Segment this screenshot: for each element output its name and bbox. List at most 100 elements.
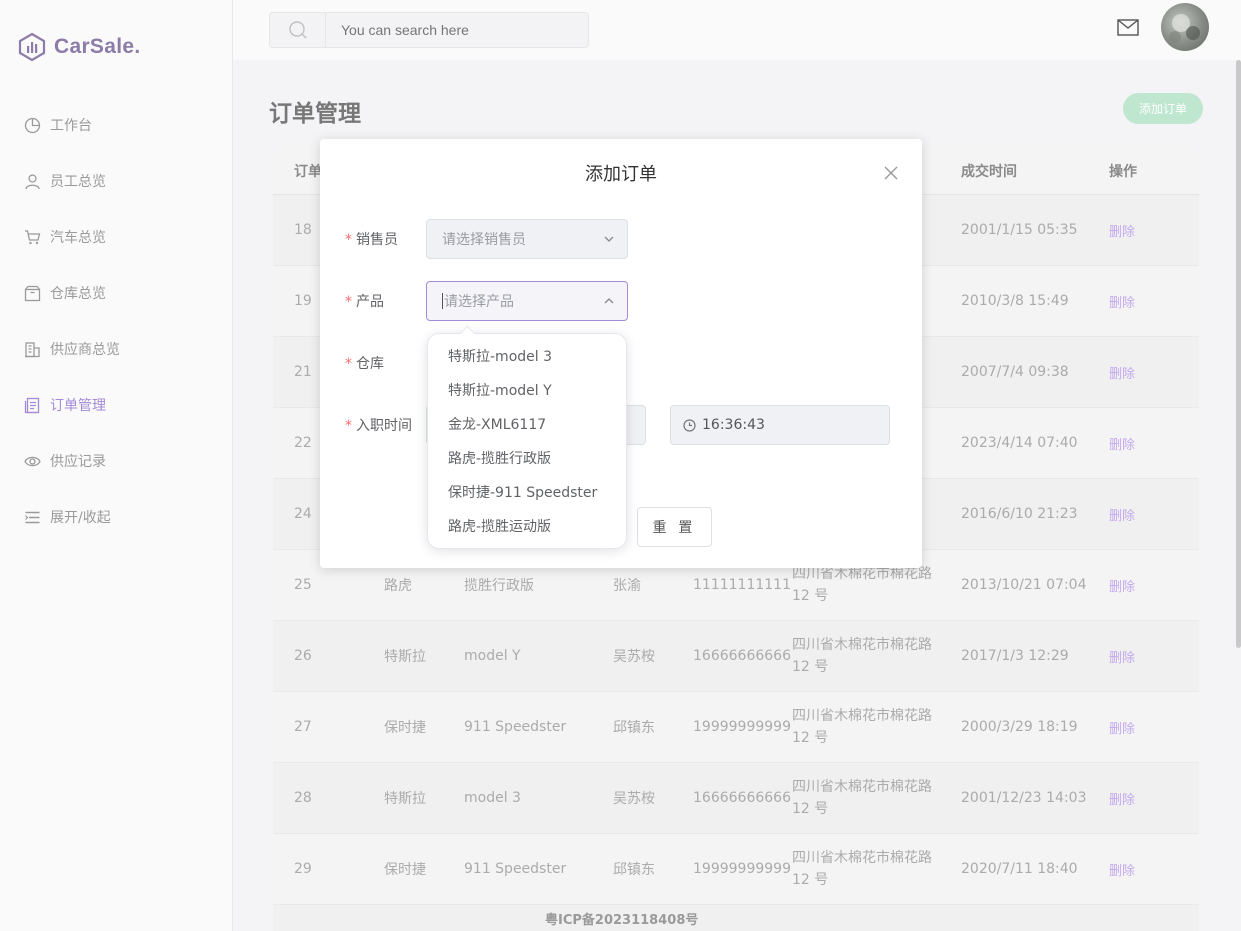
table-cell-model: model 3 bbox=[464, 790, 521, 806]
product-label: * 产品 bbox=[345, 291, 384, 311]
table-cell-address: 四川省木棉花市棉花路 12 号 bbox=[792, 708, 932, 746]
product-option[interactable]: 金龙-XML6117 bbox=[428, 408, 626, 442]
salesperson-label-text: 销售员 bbox=[356, 232, 398, 248]
table-cell-phone: 19999999999 bbox=[693, 719, 791, 735]
salesperson-select[interactable]: 请选择销售员 bbox=[426, 219, 628, 259]
table-cell-staff: 张渝 bbox=[613, 578, 641, 594]
product-select[interactable]: 请选择产品 bbox=[426, 281, 628, 321]
logo-icon bbox=[18, 32, 46, 62]
table-cell-brand: 特斯拉 bbox=[384, 791, 426, 807]
table-cell-time: 2023/4/14 07:40 bbox=[961, 435, 1078, 451]
table-cell-model: 揽胜行政版 bbox=[464, 578, 534, 594]
delete-link[interactable]: 删除 bbox=[1088, 860, 1188, 879]
product-option[interactable]: 特斯拉-model 3 bbox=[428, 340, 626, 374]
table-cell-staff: 邱镇东 bbox=[613, 862, 655, 878]
reset-button[interactable]: 重 置 bbox=[637, 507, 712, 547]
table-cell-phone: 19999999999 bbox=[693, 861, 791, 877]
product-placeholder: 请选择产品 bbox=[444, 294, 514, 310]
required-mark: * bbox=[345, 232, 352, 248]
time-label-text: 入职时间 bbox=[356, 418, 412, 434]
table-cell-id: 28 bbox=[294, 790, 312, 806]
sidebar-item-warehouse[interactable]: 仓库总览 bbox=[0, 265, 232, 321]
delete-link[interactable]: 删除 bbox=[1088, 647, 1188, 666]
table-cell-time: 2013/10/21 07:04 bbox=[961, 577, 1087, 593]
add-order-button[interactable]: 添加订单 bbox=[1123, 93, 1203, 124]
chevron-down-icon bbox=[604, 236, 614, 242]
table-cell-brand: 特斯拉 bbox=[384, 649, 426, 665]
clock-icon bbox=[683, 418, 696, 432]
sidebar-item-label: 订单管理 bbox=[50, 398, 106, 414]
table-cell-staff: 邱镇东 bbox=[613, 720, 655, 736]
table-row: 26 特斯拉 model Y 吴苏桉 16666666666 四川省木棉花市棉花路 12 … bbox=[273, 621, 1199, 692]
table-cell-id: 25 bbox=[294, 577, 312, 593]
delete-link[interactable]: 删除 bbox=[1088, 221, 1188, 240]
time-value: 16:36:43 bbox=[702, 417, 765, 433]
logo[interactable]: CarSale. bbox=[18, 32, 140, 62]
avatar[interactable] bbox=[1161, 3, 1209, 51]
time-label: * 入职时间 bbox=[345, 415, 412, 435]
table-cell-model: model Y bbox=[464, 648, 521, 664]
mail-icon[interactable] bbox=[1117, 19, 1139, 36]
product-option[interactable]: 特斯拉-model Y bbox=[428, 374, 626, 408]
salesperson-placeholder: 请选择销售员 bbox=[442, 232, 526, 248]
table-cell-model: 911 Speedster bbox=[464, 861, 567, 877]
warehouse-label: * 仓库 bbox=[345, 353, 384, 373]
table-cell-brand: 路虎 bbox=[384, 578, 412, 594]
table-cell-address: 四川省木棉花市棉花路 12 号 bbox=[792, 779, 932, 817]
delete-link[interactable]: 删除 bbox=[1088, 292, 1188, 311]
document-icon bbox=[24, 397, 40, 413]
table-cell-staff: 吴苏桉 bbox=[613, 791, 655, 807]
user-icon bbox=[25, 173, 40, 189]
delete-link[interactable]: 删除 bbox=[1088, 363, 1188, 382]
eye-icon bbox=[24, 456, 41, 466]
product-option[interactable]: 保时捷-911 Speedster bbox=[428, 476, 626, 510]
delete-link[interactable]: 删除 bbox=[1088, 505, 1188, 524]
warehouse-label-text: 仓库 bbox=[356, 356, 384, 372]
avatar-image bbox=[1169, 14, 1200, 43]
dialog-title: 添加订单 bbox=[585, 164, 657, 185]
table-cell-address: 四川省木棉花市棉花路 12 号 bbox=[792, 637, 932, 675]
delete-link[interactable]: 删除 bbox=[1088, 718, 1188, 737]
table-cell-phone: 16666666666 bbox=[693, 648, 791, 664]
table-cell-model: 911 Speedster bbox=[464, 719, 567, 735]
sidebar-item-label: 汽车总览 bbox=[50, 230, 106, 246]
search-bar bbox=[269, 12, 589, 48]
close-icon[interactable] bbox=[881, 163, 901, 183]
sidebar-item-cars[interactable]: 汽车总览 bbox=[0, 209, 232, 265]
search-input[interactable] bbox=[326, 13, 588, 47]
search-icon bbox=[288, 21, 306, 39]
table-row: 四川省木棉花市棉花 bbox=[273, 905, 1199, 931]
table-cell-time: 2010/3/8 15:49 bbox=[961, 293, 1069, 309]
sidebar-item-orders[interactable]: 订单管理 bbox=[0, 377, 232, 433]
sidebar-item-supply-records[interactable]: 供应记录 bbox=[0, 433, 232, 489]
sidebar-item-label: 工作台 bbox=[50, 118, 92, 134]
sidebar-item-toggle[interactable]: 展开/收起 bbox=[0, 489, 232, 545]
product-option[interactable]: 路虎-揽胜行政版 bbox=[428, 442, 626, 476]
delete-link[interactable]: 删除 bbox=[1088, 789, 1188, 808]
menu-icon bbox=[25, 511, 40, 523]
table-cell-id: 26 bbox=[294, 648, 312, 664]
text-caret bbox=[442, 293, 443, 309]
delete-link[interactable]: 删除 bbox=[1088, 576, 1188, 595]
chevron-up-icon bbox=[604, 298, 614, 304]
building-icon bbox=[25, 341, 40, 357]
table-cell-address: 四川省木棉花市棉花路 12 号 bbox=[792, 850, 932, 888]
product-option[interactable]: 路虎-揽胜运动版 bbox=[428, 510, 626, 544]
delete-link[interactable]: 删除 bbox=[1088, 434, 1188, 453]
table-cell-phone: 11111111111 bbox=[693, 577, 791, 593]
sidebar-item-label: 供应商总览 bbox=[50, 342, 120, 358]
salesperson-label: * 销售员 bbox=[345, 229, 398, 249]
sidebar-item-staff[interactable]: 员工总览 bbox=[0, 153, 232, 209]
sidebar-item-suppliers[interactable]: 供应商总览 bbox=[0, 321, 232, 377]
sidebar-item-label: 供应记录 bbox=[50, 454, 106, 470]
search-button[interactable] bbox=[270, 13, 326, 47]
table-cell-time: 2001/12/23 14:03 bbox=[961, 790, 1087, 806]
time-picker[interactable]: 16:36:43 bbox=[670, 405, 890, 445]
sidebar-item-dashboard[interactable]: 工作台 bbox=[0, 97, 232, 153]
sidebar-nav: 工作台 员工总览 汽车总览 仓库总览 供应商总览 订单管理 供应记录 展开/收起 bbox=[0, 97, 232, 545]
table-cell-time: 2001/1/15 05:35 bbox=[961, 222, 1078, 238]
table-cell-address: 四川省木棉花市棉花路 12 号 bbox=[792, 566, 932, 604]
table-cell-staff: 吴苏桉 bbox=[613, 649, 655, 665]
scrollbar[interactable] bbox=[1236, 60, 1241, 648]
table-cell-time: 2007/7/4 09:38 bbox=[961, 364, 1069, 380]
